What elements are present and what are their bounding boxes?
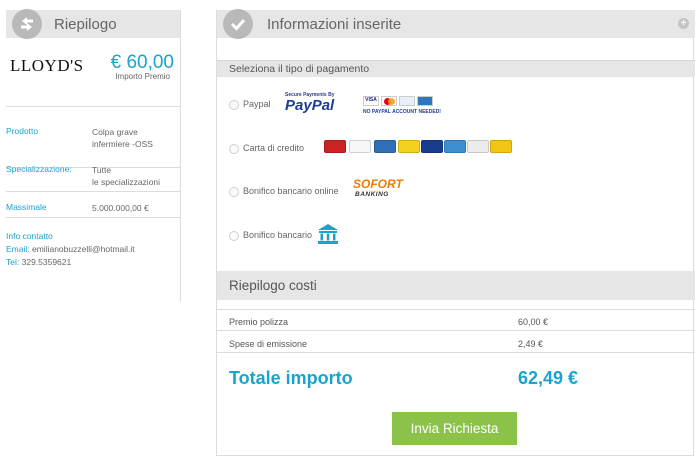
info-panel: Informazioni inserite + Seleziona il tip… (216, 9, 695, 456)
total-value: 62,49 € (518, 368, 579, 388)
summary-header: Riepilogo (6, 9, 180, 39)
coverage-value: 5.000.000,00 € (92, 203, 149, 213)
premium-cost-value: 60,00 € (518, 317, 549, 327)
bank-transfer-radio[interactable] (229, 231, 239, 241)
maestro-icon (421, 140, 443, 153)
plus-icon[interactable]: + (678, 18, 689, 29)
costs-title: Riepilogo costi (229, 278, 317, 293)
cost-row-premium: Premio polizza 60,00 € (217, 309, 695, 331)
credit-card-label: Carta di credito (243, 143, 305, 153)
contact-info: Info contatto Email: emilianobuzzelli@ho… (6, 230, 135, 269)
postepay-icon (398, 140, 420, 153)
amex-card-icon (374, 140, 396, 153)
premium-price: € 60,00 (110, 52, 174, 73)
email-value: emilianobuzzelli@hotmail.it (32, 244, 135, 254)
online-transfer-radio[interactable] (229, 187, 239, 197)
product-value-line1: Colpa grave (92, 127, 138, 137)
paypal-radio[interactable] (229, 100, 239, 110)
coverage-label: Massimale (6, 202, 47, 212)
premium-cost-label: Premio polizza (229, 317, 289, 327)
specialization-label: Specializzazione: (6, 164, 72, 174)
paypal-wordmark: PayPal (285, 97, 335, 114)
paypal-visa-icon: VISA (363, 96, 379, 106)
specialization-value-line1: Tutte (92, 165, 112, 175)
product-value-line2: infermiere -OSS (92, 139, 153, 149)
checkmark-icon (223, 9, 253, 39)
visa-icon (349, 140, 371, 153)
bank-icon (317, 223, 339, 245)
sofort-banking-text: BANKING (355, 191, 389, 198)
payment-type-title: Seleziona il tipo di pagamento (229, 63, 370, 75)
swap-arrows-icon (12, 9, 42, 39)
contact-title: Info contatto (6, 231, 53, 241)
paypal-mastercard-icon (381, 96, 397, 106)
email-label: Email: (6, 244, 30, 254)
mastercard-icon (324, 140, 346, 153)
payment-type-header: Seleziona il tipo di pagamento (217, 60, 695, 77)
paypal-logo: Secure Payments By PayPal VISA NO PAYPAL… (285, 92, 441, 120)
cost-row-fees: Spese di emissione 2,49 € (217, 331, 695, 353)
discover-icon (467, 140, 489, 153)
sofort-wordmark: SOFORT (353, 177, 403, 191)
costs-header: Riepilogo costi (217, 271, 695, 300)
specialization-value-line2: le specializzazioni (92, 177, 161, 187)
product-label: Prodotto (6, 126, 39, 136)
payment-option-credit-card[interactable]: Carta di credito (229, 139, 329, 161)
summary-panel: Riepilogo LLOYD'S € 60,00 Importo Premio… (6, 9, 181, 302)
total-label: Totale importo (229, 368, 353, 388)
coverage-row: Massimale 5.000.000,00 € (6, 192, 181, 218)
tel-value: 329.5359621 (21, 257, 72, 267)
paypal-label: Paypal (243, 99, 271, 109)
paypal-discover-icon (399, 96, 415, 106)
aura-icon (490, 140, 512, 153)
price-row: LLOYD'S € 60,00 Importo Premio (6, 38, 180, 92)
summary-title: Riepilogo (54, 16, 117, 33)
credit-card-radio[interactable] (229, 144, 239, 154)
online-transfer-label: Bonifico bancario online (243, 186, 339, 196)
info-title: Informazioni inserite (267, 16, 402, 33)
info-header: Informazioni inserite + (217, 9, 695, 39)
paypal-no-account-text: NO PAYPAL ACCOUNT NEEDED! (363, 109, 441, 115)
fees-cost-value: 2,49 € (518, 339, 544, 349)
submit-request-button[interactable]: Invia Richiesta (392, 412, 517, 445)
premium-label: Importo Premio (115, 72, 170, 81)
bank-transfer-label: Bonifico bancario (243, 230, 313, 240)
specialization-row: Specializzazione: Tutte le specializzazi… (6, 156, 181, 192)
american-express-icon (444, 140, 466, 153)
sofort-logo: SOFORT BANKING (353, 177, 423, 203)
tel-label: Tel: (6, 257, 20, 267)
fees-cost-label: Spese di emissione (229, 339, 308, 349)
paypal-amex-icon (417, 96, 433, 106)
insurer-logo: LLOYD'S (10, 56, 84, 75)
